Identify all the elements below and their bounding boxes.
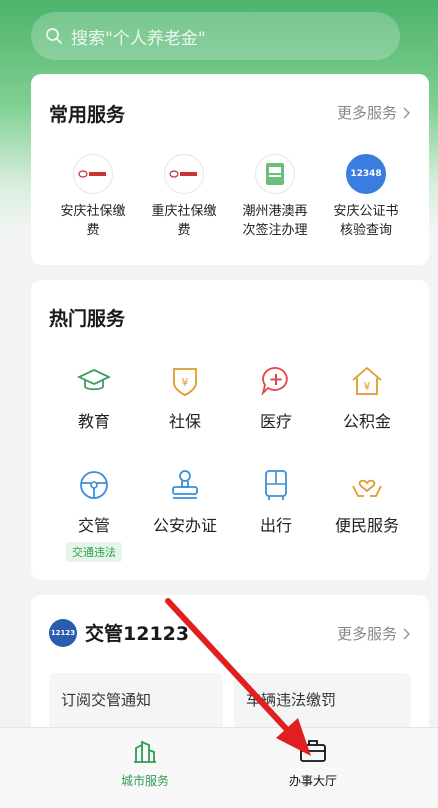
seal-stamp-icon: [172, 470, 198, 499]
traffic-more-link[interactable]: 更多服务: [337, 623, 411, 644]
service-label-line2: 费: [86, 223, 100, 238]
service-label-line2: 次签注办理: [242, 223, 308, 238]
notary-12348-icon: 12348: [346, 154, 386, 194]
hot-item-label: 公积金: [342, 412, 391, 431]
service-anqing-notary[interactable]: 12348 安庆公证书核验查询: [318, 154, 414, 240]
traffic-more-label: 更多服务: [336, 625, 397, 643]
tab-label: 办事大厅: [288, 774, 337, 788]
service-label-line1: 潮州港澳再: [242, 204, 308, 219]
hot-item-label: 出行: [259, 516, 292, 535]
chevron-right-icon: [403, 627, 411, 640]
city-buildings-icon: [134, 740, 156, 763]
common-more-link[interactable]: 更多服务: [337, 102, 411, 123]
service-chaozhou-endorsement[interactable]: 潮州港澳再次签注办理: [227, 154, 323, 240]
hot-item-label: 便民服务: [334, 516, 399, 535]
hot-item-label: 教育: [77, 412, 110, 431]
bottom-tab-bar: 城市服务 办事大厅: [0, 727, 438, 808]
service-label-line2: 核验查询: [339, 223, 392, 238]
hot-services-title: 热门服务: [49, 308, 126, 330]
briefcase-icon: [300, 740, 326, 762]
search-placeholder: 搜索"个人养老金": [71, 28, 206, 49]
hot-item-label: 医疗: [259, 412, 292, 431]
traffic-card-title: 交管12123: [85, 623, 190, 645]
service-label-line1: 安庆社保缴: [60, 204, 126, 219]
tab-city-services[interactable]: 城市服务: [85, 738, 205, 789]
hot-item-label: 交管: [77, 516, 110, 535]
hot-item-medical[interactable]: 医疗: [228, 364, 324, 432]
search-icon: [46, 28, 62, 44]
hot-item-convenience[interactable]: 便民服务: [319, 468, 415, 536]
svg-text:¥: ¥: [364, 380, 371, 393]
service-chongqing-social-security[interactable]: 重庆社保缴费: [136, 154, 232, 240]
social-security-logo-icon: [164, 154, 204, 194]
common-more-label: 更多服务: [336, 104, 397, 122]
hot-item-police-cert[interactable]: 公安办证: [137, 468, 233, 536]
service-label-line1: 重庆社保缴: [151, 204, 217, 219]
traffic-12123-logo: 12123: [49, 619, 77, 647]
vehicle-violation-payment[interactable]: 车辆违法缴罚: [234, 673, 411, 733]
hot-item-travel[interactable]: 出行: [228, 468, 324, 536]
tab-service-hall[interactable]: 办事大厅: [253, 738, 373, 789]
service-label-line1: 安庆公证书: [333, 204, 399, 219]
house-yen-icon: ¥: [352, 366, 382, 395]
service-label-line2: 费: [177, 223, 191, 238]
hot-item-social-security[interactable]: ¥ 社保: [137, 364, 233, 432]
passport-icon: [255, 154, 295, 194]
shield-yen-icon: ¥: [173, 368, 197, 396]
hot-item-traffic[interactable]: 交管 交通违法: [46, 468, 142, 562]
hot-item-label: 公安办证: [152, 516, 217, 535]
hot-item-label: 社保: [168, 412, 201, 431]
hot-services-card: 热门服务 教育 ¥ 社保 医疗 ¥ 公积金 交管 交通违法 公安办证 出行 便民…: [31, 280, 429, 580]
hot-item-education[interactable]: 教育: [46, 364, 142, 432]
chevron-right-icon: [403, 106, 411, 119]
steering-wheel-icon: [80, 471, 108, 499]
common-services-card: 常用服务 更多服务 安庆社保缴费 重庆社保缴费 潮州港澳再次签注办理 12348…: [31, 74, 429, 265]
service-anqing-social-security[interactable]: 安庆社保缴费: [45, 154, 141, 240]
svg-text:¥: ¥: [182, 376, 189, 389]
subscribe-traffic-notice[interactable]: 订阅交管通知: [49, 673, 223, 733]
common-services-title: 常用服务: [49, 104, 126, 126]
graduation-cap-icon: [76, 369, 112, 391]
tab-label: 城市服务: [120, 774, 169, 788]
traffic-violation-tag[interactable]: 交通违法: [66, 542, 122, 562]
bus-icon: [265, 470, 287, 500]
heart-hands-icon: [352, 479, 382, 497]
medical-cross-icon: [261, 367, 288, 396]
hot-item-housing-fund[interactable]: ¥ 公积金: [319, 364, 415, 432]
search-bar[interactable]: 搜索"个人养老金": [31, 12, 400, 60]
social-security-logo-icon: [73, 154, 113, 194]
